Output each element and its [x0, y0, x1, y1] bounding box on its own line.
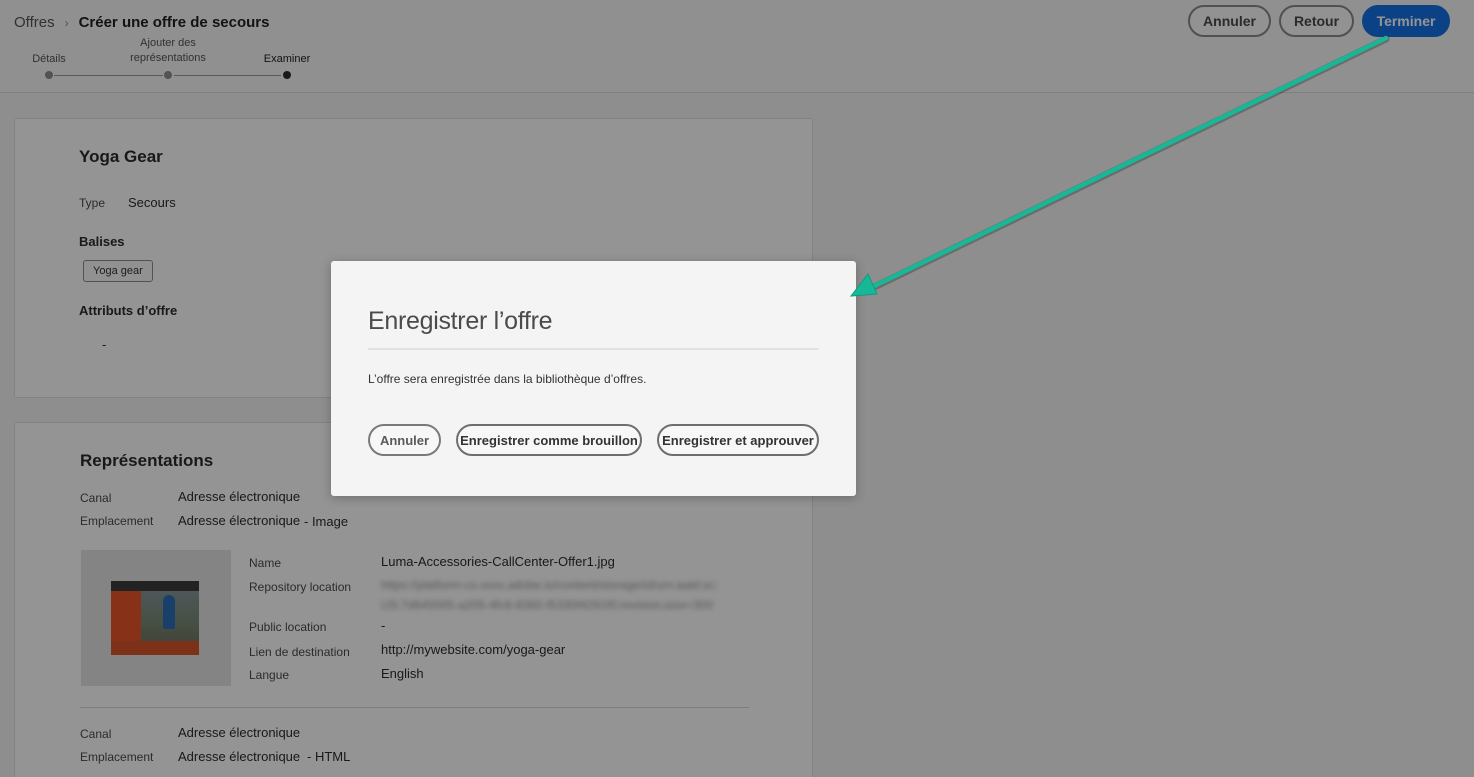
arrow-annotation-icon: [849, 35, 1390, 297]
